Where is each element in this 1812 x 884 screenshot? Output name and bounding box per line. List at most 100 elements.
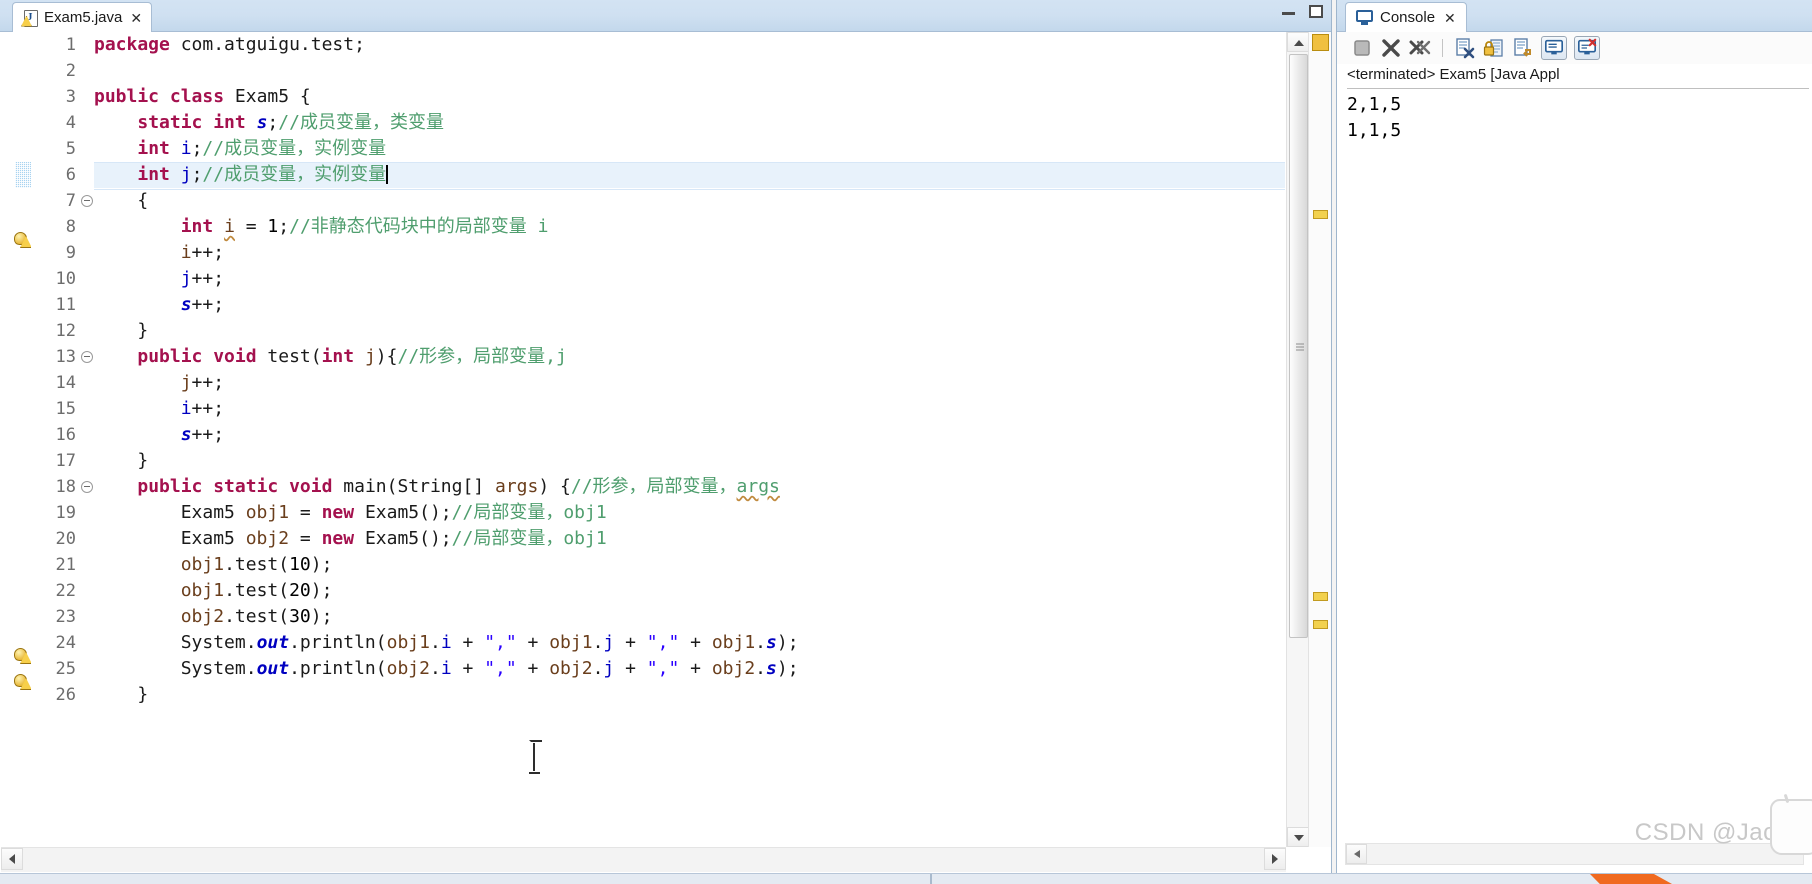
code-token: +	[614, 632, 647, 653]
open-console-icon[interactable]	[1574, 36, 1600, 60]
code-line[interactable]: }	[94, 318, 1285, 344]
code-line[interactable]: }	[94, 682, 1285, 708]
tab-console[interactable]: Console ✕	[1345, 2, 1467, 32]
scroll-right-arrow-icon[interactable]	[1264, 848, 1286, 870]
code-token: com.atguigu.test;	[180, 34, 365, 55]
quick-fix-warning-icon-line8[interactable]	[13, 230, 32, 248]
code-token: out	[256, 658, 290, 679]
editor-vertical-scrollbar[interactable]	[1286, 32, 1309, 847]
mouse-text-cursor	[529, 740, 542, 774]
editor-horizontal-scrollbar[interactable]	[1, 847, 1286, 872]
code-line[interactable]: obj1.test(10);	[94, 552, 1285, 578]
code-token: Exam5	[94, 502, 246, 523]
code-token: obj2	[386, 658, 430, 679]
line-number-ruler: 1 2 3 4 5 6 7 8 9 10 11 12 13 14 15 16 17 18 19 20 21 22 23 24 2…	[31, 32, 93, 847]
code-line[interactable]: Exam5 obj1 = new Exam5();//局部变量，obj1	[94, 500, 1285, 526]
code-line[interactable]: {	[94, 188, 1285, 214]
scroll-left-arrow-icon[interactable]	[1346, 844, 1367, 864]
code-line[interactable]: i++;	[94, 396, 1285, 422]
code-token: int	[321, 346, 365, 367]
code-token: .test(	[224, 606, 290, 627]
maximize-icon[interactable]	[1309, 5, 1323, 18]
code-line[interactable]: s++;	[94, 422, 1285, 448]
console-output-line: 1,1,5	[1347, 120, 1402, 141]
code-line[interactable]	[94, 58, 1285, 84]
code-token: =	[289, 502, 322, 523]
code-token: ;	[191, 138, 203, 159]
editor-window: J Exam5.java ✕ 1 2 3 4 5 6 7 8 9 10 11 1…	[0, 0, 1332, 874]
code-token: +	[451, 658, 485, 679]
taskbar-accent	[1590, 874, 1672, 884]
code-token: s	[766, 658, 777, 679]
tab-exam5-java[interactable]: J Exam5.java ✕	[12, 2, 153, 32]
code-line[interactable]: Exam5 obj2 = new Exam5();//局部变量，obj1	[94, 526, 1285, 552]
code-token: System.	[94, 632, 257, 653]
overview-status-icon[interactable]	[1312, 34, 1329, 51]
code-line[interactable]: s++;	[94, 292, 1285, 318]
scroll-left-arrow-icon[interactable]	[1, 848, 23, 870]
code-line[interactable]: }	[94, 448, 1285, 474]
marker-gutter[interactable]	[1, 32, 32, 847]
overview-warning-mark[interactable]	[1313, 592, 1328, 601]
fold-collapse-icon[interactable]	[81, 351, 93, 363]
code-line[interactable]: System.out.println(obj1.i + "," + obj1.j…	[94, 630, 1285, 656]
line-number: 4	[65, 113, 76, 133]
close-icon[interactable]: ✕	[1444, 11, 1456, 25]
code-line[interactable]: System.out.println(obj2.i + "," + obj2.j…	[94, 656, 1285, 682]
code-line[interactable]: i++;	[94, 240, 1285, 266]
code-line[interactable]: obj1.test(20);	[94, 578, 1285, 604]
code-token: ++;	[191, 398, 225, 419]
code-token: public static void	[137, 476, 344, 497]
remove-all-terminated-icon[interactable]	[1409, 37, 1431, 59]
code-token: int	[180, 216, 225, 237]
line-number: 11	[55, 295, 76, 315]
quick-fix-warning-icon-line25[interactable]	[13, 672, 32, 690]
code-line[interactable]: int j;//成员变量，实例变量	[94, 162, 1285, 190]
tab-label: Exam5.java	[44, 9, 123, 26]
code-line[interactable]: public static void main(String[] args) {…	[94, 474, 1285, 500]
code-token: s	[180, 424, 192, 445]
clear-console-icon[interactable]	[1454, 37, 1476, 59]
code-line[interactable]: j++;	[94, 266, 1285, 292]
code-line[interactable]: static int s;//成员变量，类变量	[94, 110, 1285, 136]
code-token: }	[94, 684, 149, 705]
editor-overview-ruler[interactable]	[1308, 32, 1331, 847]
code-line[interactable]: j++;	[94, 370, 1285, 396]
code-line[interactable]: package com.atguigu.test;	[94, 32, 1285, 58]
code-line[interactable]: int i;//成员变量，实例变量	[94, 136, 1285, 162]
code-token: ;	[278, 216, 290, 237]
quick-fix-warning-icon-line24[interactable]	[13, 646, 32, 664]
close-icon[interactable]: ✕	[130, 11, 142, 25]
line-number: 3	[65, 87, 76, 107]
code-token: obj1	[180, 580, 225, 601]
fold-collapse-icon[interactable]	[81, 481, 93, 493]
line-number: 13	[31, 344, 93, 370]
scrollbar-thumb[interactable]	[1289, 54, 1308, 638]
code-token: test(	[267, 346, 322, 367]
scroll-up-arrow-icon[interactable]	[1287, 32, 1309, 52]
minimize-icon[interactable]	[1282, 6, 1295, 17]
overview-warning-mark[interactable]	[1313, 620, 1328, 629]
code-line[interactable]: public void test(int j){//形参，局部变量,j	[94, 344, 1285, 370]
display-selected-console-icon[interactable]	[1541, 36, 1567, 60]
code-token: //形参，局部变量,j	[397, 346, 567, 367]
terminate-icon[interactable]	[1351, 37, 1373, 59]
code-text[interactable]: package com.atguigu.test; public class Ex…	[94, 32, 1285, 847]
console-output-line: 2,1,5	[1347, 94, 1402, 115]
code-token: }	[94, 320, 149, 341]
code-line[interactable]: int i = 1;//非静态代码块中的局部变量 i	[94, 214, 1285, 240]
code-editor-area[interactable]: 1 2 3 4 5 6 7 8 9 10 11 12 13 14 15 16 17 18 19 20 21 22 23 24 2…	[0, 32, 1331, 873]
code-token: +	[679, 632, 712, 653]
overview-warning-mark[interactable]	[1313, 210, 1328, 219]
scroll-down-arrow-icon[interactable]	[1287, 827, 1309, 847]
code-line[interactable]: public class Exam5 {	[94, 84, 1285, 110]
remove-launch-icon[interactable]	[1380, 37, 1402, 59]
console-window: Console ✕ <terminated> Exam5 [Java Appl …	[1336, 0, 1812, 874]
fold-collapse-icon[interactable]	[81, 195, 93, 207]
scroll-lock-icon[interactable]	[1483, 37, 1505, 59]
code-line[interactable]: obj2.test(30);	[94, 604, 1285, 630]
word-wrap-icon[interactable]	[1512, 37, 1534, 59]
